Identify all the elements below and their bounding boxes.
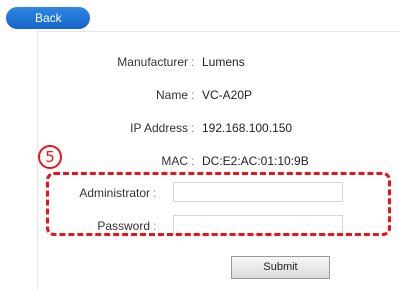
mac-value: DC:E2:AC:01:10:9B xyxy=(202,154,309,168)
administrator-label: Administrator xyxy=(79,186,150,200)
annotation-step-marker: 5 xyxy=(38,145,62,169)
ip-value: 192.168.100.150 xyxy=(202,121,293,135)
separator: : xyxy=(153,219,157,233)
password-input[interactable] xyxy=(173,215,343,235)
separator: : xyxy=(191,55,195,69)
name-value: VC-A20P xyxy=(202,88,253,102)
password-label: Password xyxy=(97,219,150,233)
manufacturer-label: Manufacturer xyxy=(117,55,188,69)
ip-label: IP Address xyxy=(130,121,188,135)
back-button[interactable]: Back xyxy=(6,7,90,29)
name-label: Name xyxy=(155,88,188,102)
separator: : xyxy=(191,88,195,102)
device-info-panel: Manufacturer : Lumens Name : VC-A20P IP … xyxy=(37,31,399,290)
administrator-input[interactable] xyxy=(173,182,343,202)
separator: : xyxy=(191,154,195,168)
separator: : xyxy=(191,121,195,135)
submit-button[interactable]: Submit xyxy=(231,256,330,279)
manufacturer-value: Lumens xyxy=(202,55,245,69)
separator: : xyxy=(153,186,157,200)
